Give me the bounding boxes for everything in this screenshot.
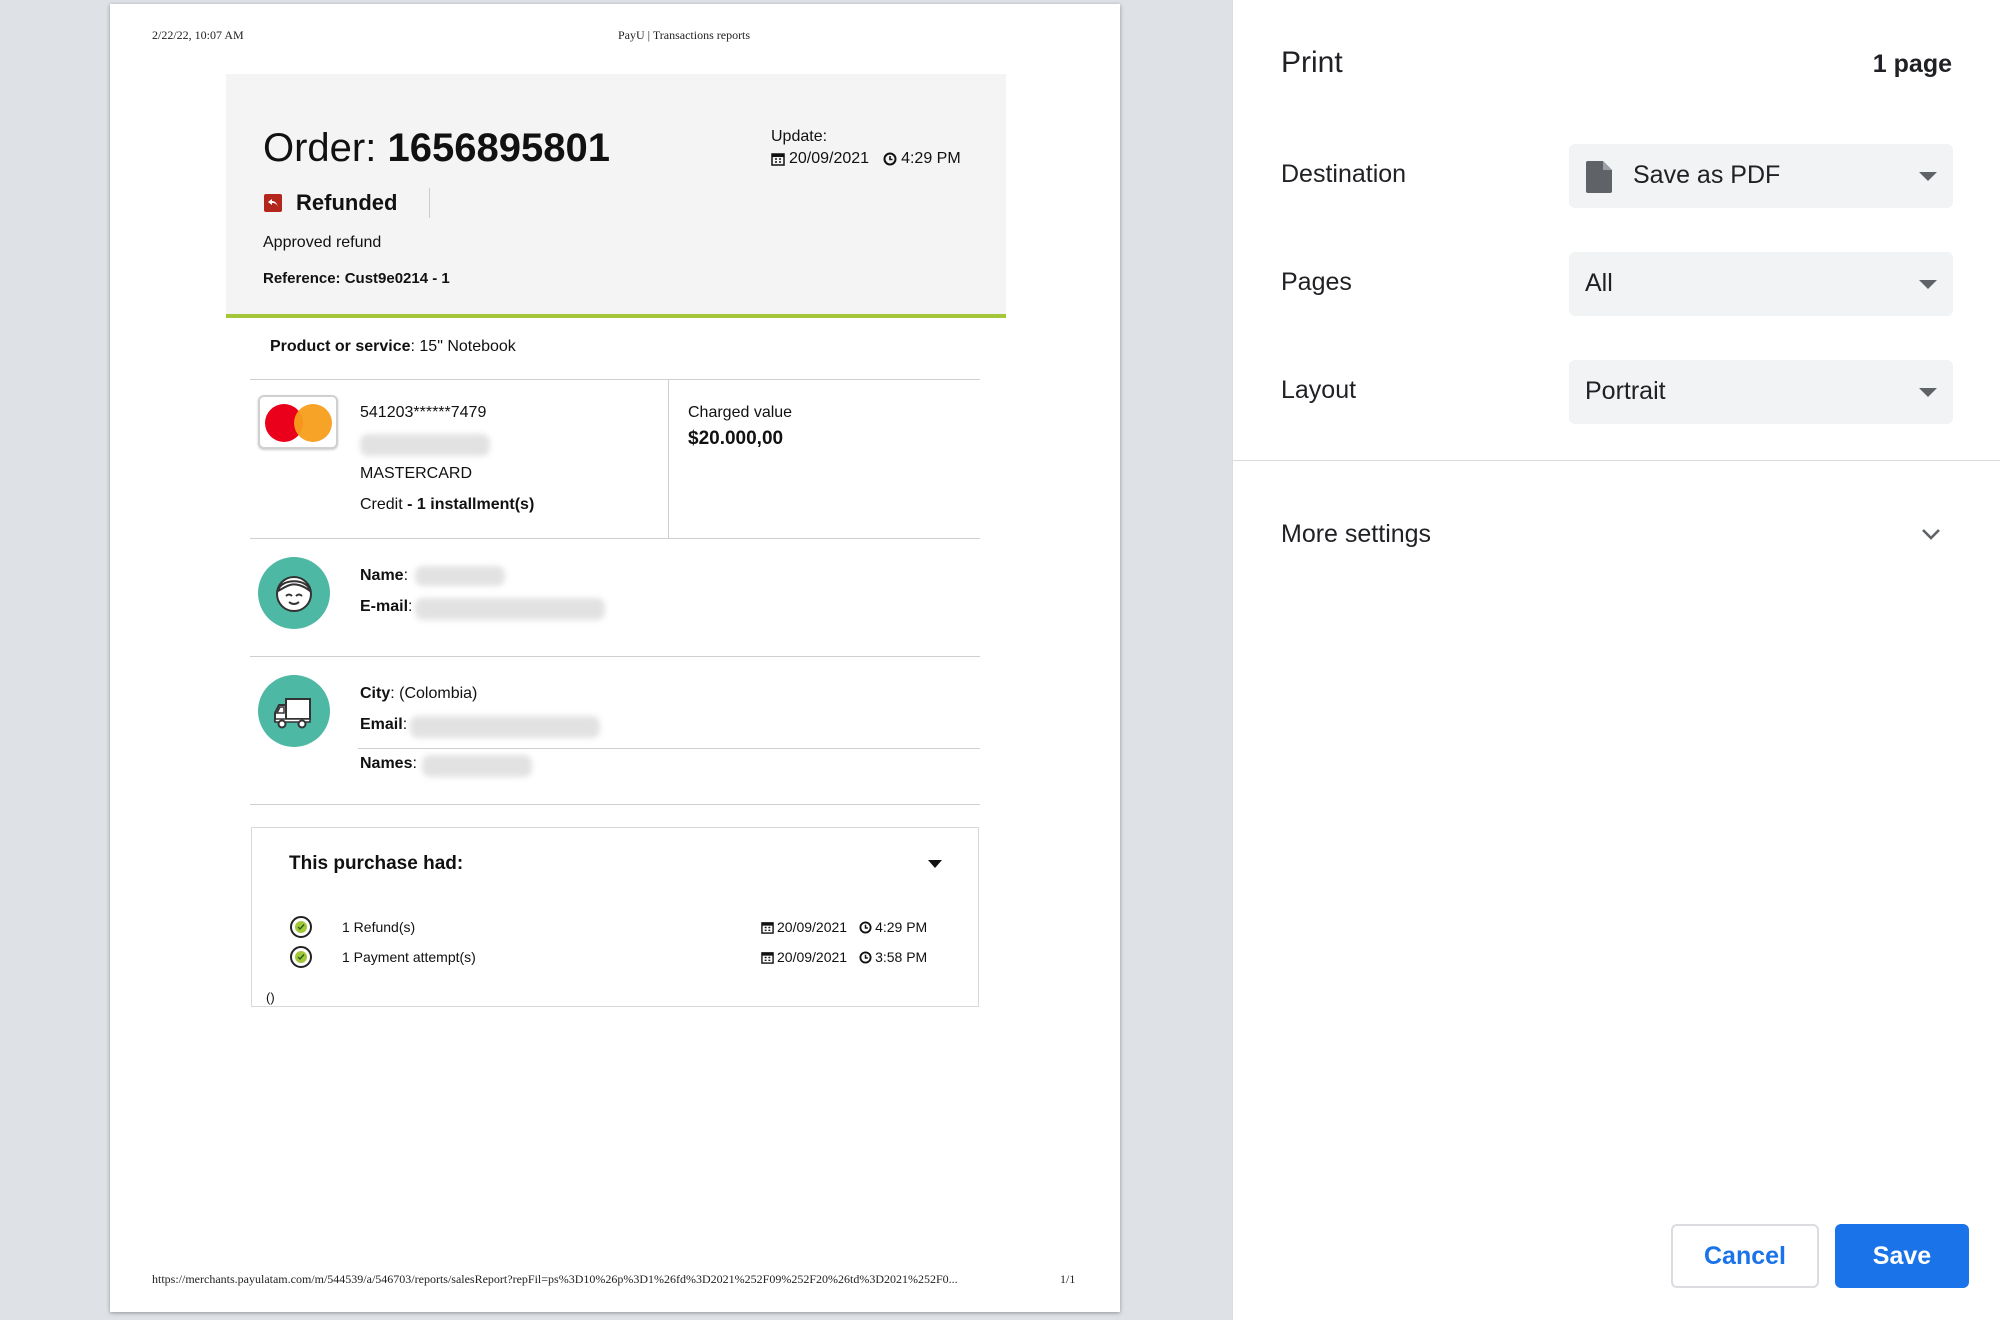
product-label: Product or service bbox=[270, 338, 411, 355]
order-summary-card: Order: 1656895801 Refunded Approved refu… bbox=[226, 74, 1006, 318]
installments: - 1 installment(s) bbox=[402, 496, 535, 513]
save-button[interactable]: Save bbox=[1835, 1224, 1969, 1288]
dropdown-arrow-icon bbox=[1919, 172, 1937, 181]
cancel-button[interactable]: Cancel bbox=[1671, 1224, 1819, 1288]
caret-down-icon[interactable] bbox=[928, 860, 942, 868]
status-divider bbox=[429, 188, 431, 218]
layout-select[interactable]: Portrait bbox=[1569, 360, 1953, 424]
order-label: Order: bbox=[263, 126, 377, 170]
status-badge: Refunded bbox=[296, 190, 398, 215]
credit-label: Credit bbox=[360, 496, 403, 513]
payment-divider bbox=[668, 380, 669, 538]
page-header-title: PayU | Transactions reports bbox=[618, 28, 751, 42]
buyer-avatar-icon bbox=[258, 557, 330, 629]
page-footer-url: https://merchants.payulatam.com/m/544539… bbox=[152, 1272, 958, 1286]
product-line: Product or service: 15" Notebook bbox=[270, 338, 516, 356]
pages-label: Pages bbox=[1281, 268, 1352, 296]
update-datetime: 20/09/2021 4:29 PM bbox=[771, 150, 961, 168]
page-count: 1 page bbox=[1872, 50, 1952, 78]
chevron-down-icon[interactable] bbox=[1920, 526, 1942, 547]
shipping-email: Email: bbox=[360, 716, 408, 733]
page-footer-number: 1/1 bbox=[1060, 1272, 1076, 1286]
page-header-datetime: 2/22/22, 10:07 AM bbox=[152, 28, 244, 42]
layout-label: Layout bbox=[1281, 376, 1357, 404]
redacted-shipping-email bbox=[410, 716, 600, 738]
destination-value: Save as PDF bbox=[1633, 161, 1781, 189]
card-brand: MASTERCARD bbox=[360, 465, 473, 482]
history-trailing-text: () bbox=[266, 990, 275, 1005]
pages-select[interactable]: All bbox=[1569, 252, 1953, 316]
print-title: Print bbox=[1281, 46, 1343, 79]
charged-value: $20.000,00 bbox=[688, 428, 784, 449]
shipping-names: Names: bbox=[360, 755, 417, 772]
card-credit-terms: Credit - 1 installment(s) bbox=[360, 496, 534, 514]
destination-label: Destination bbox=[1281, 160, 1407, 188]
print-preview-area: 2/22/22, 10:07 AM PayU | Transactions re… bbox=[0, 0, 1232, 1320]
product-value: : 15" Notebook bbox=[410, 338, 516, 355]
history-row: 1 Refund(s) 20/09/2021 4:29 PM bbox=[290, 916, 970, 940]
clock-icon bbox=[859, 920, 872, 934]
redacted-buyer-name bbox=[415, 566, 505, 586]
mastercard-logo-icon bbox=[258, 395, 338, 449]
redacted-buyer-email bbox=[415, 598, 605, 620]
purchase-history-panel: This purchase had: 1 Refund(s) 20/09/202… bbox=[251, 827, 979, 1007]
history-label: 1 Refund(s) bbox=[342, 919, 416, 935]
calendar-icon bbox=[761, 921, 774, 934]
section-divider bbox=[250, 656, 980, 657]
field-divider bbox=[358, 748, 980, 749]
pages-value: All bbox=[1585, 269, 1613, 297]
history-label: 1 Payment attempt(s) bbox=[342, 949, 476, 965]
history-datetime: 20/09/2021 3:58 PM bbox=[761, 949, 927, 965]
update-label: Update: bbox=[771, 128, 828, 145]
section-divider bbox=[250, 804, 980, 805]
update-date: 20/09/2021 bbox=[789, 150, 870, 167]
dropdown-arrow-icon bbox=[1919, 280, 1937, 289]
document-icon bbox=[1585, 160, 1613, 199]
print-settings-panel: Print 1 page Destination Save as PDF Pag… bbox=[1232, 0, 2000, 1320]
clock-icon bbox=[883, 152, 897, 166]
shipping-city: City: (Colombia) bbox=[360, 685, 478, 702]
redacted-cardholder bbox=[360, 434, 490, 456]
destination-select[interactable]: Save as PDF bbox=[1569, 144, 1953, 208]
section-divider bbox=[250, 379, 980, 380]
check-circle-icon bbox=[290, 946, 312, 968]
refund-icon bbox=[264, 194, 282, 212]
update-time: 4:29 PM bbox=[901, 150, 961, 167]
history-row: 1 Payment attempt(s) 20/09/2021 3:58 PM bbox=[290, 946, 970, 970]
layout-value: Portrait bbox=[1585, 377, 1666, 405]
settings-divider bbox=[1233, 460, 2000, 461]
clock-icon bbox=[859, 950, 872, 964]
calendar-icon bbox=[771, 152, 785, 166]
redacted-shipping-names bbox=[422, 755, 532, 777]
purchase-history-title: This purchase had: bbox=[289, 853, 464, 874]
status-detail: Approved refund bbox=[263, 234, 382, 251]
calendar-icon bbox=[761, 951, 774, 964]
dropdown-arrow-icon bbox=[1919, 388, 1937, 397]
history-datetime: 20/09/2021 4:29 PM bbox=[761, 919, 927, 935]
order-title: Order: 1656895801 bbox=[263, 126, 610, 171]
preview-page: 2/22/22, 10:07 AM PayU | Transactions re… bbox=[110, 4, 1120, 1312]
buyer-name: Name: bbox=[360, 567, 409, 584]
card-number: 541203******7479 bbox=[360, 404, 487, 421]
buyer-email: E-mail: bbox=[360, 598, 413, 615]
more-settings-toggle[interactable]: More settings bbox=[1281, 520, 1431, 549]
charged-value-label: Charged value bbox=[688, 404, 793, 421]
order-number: 1656895801 bbox=[387, 126, 610, 170]
check-circle-icon bbox=[290, 916, 312, 938]
status-row: Refunded bbox=[264, 188, 431, 218]
section-divider bbox=[250, 538, 980, 539]
delivery-truck-icon bbox=[258, 675, 330, 747]
order-reference: Reference: Cust9e0214 - 1 bbox=[263, 270, 450, 287]
